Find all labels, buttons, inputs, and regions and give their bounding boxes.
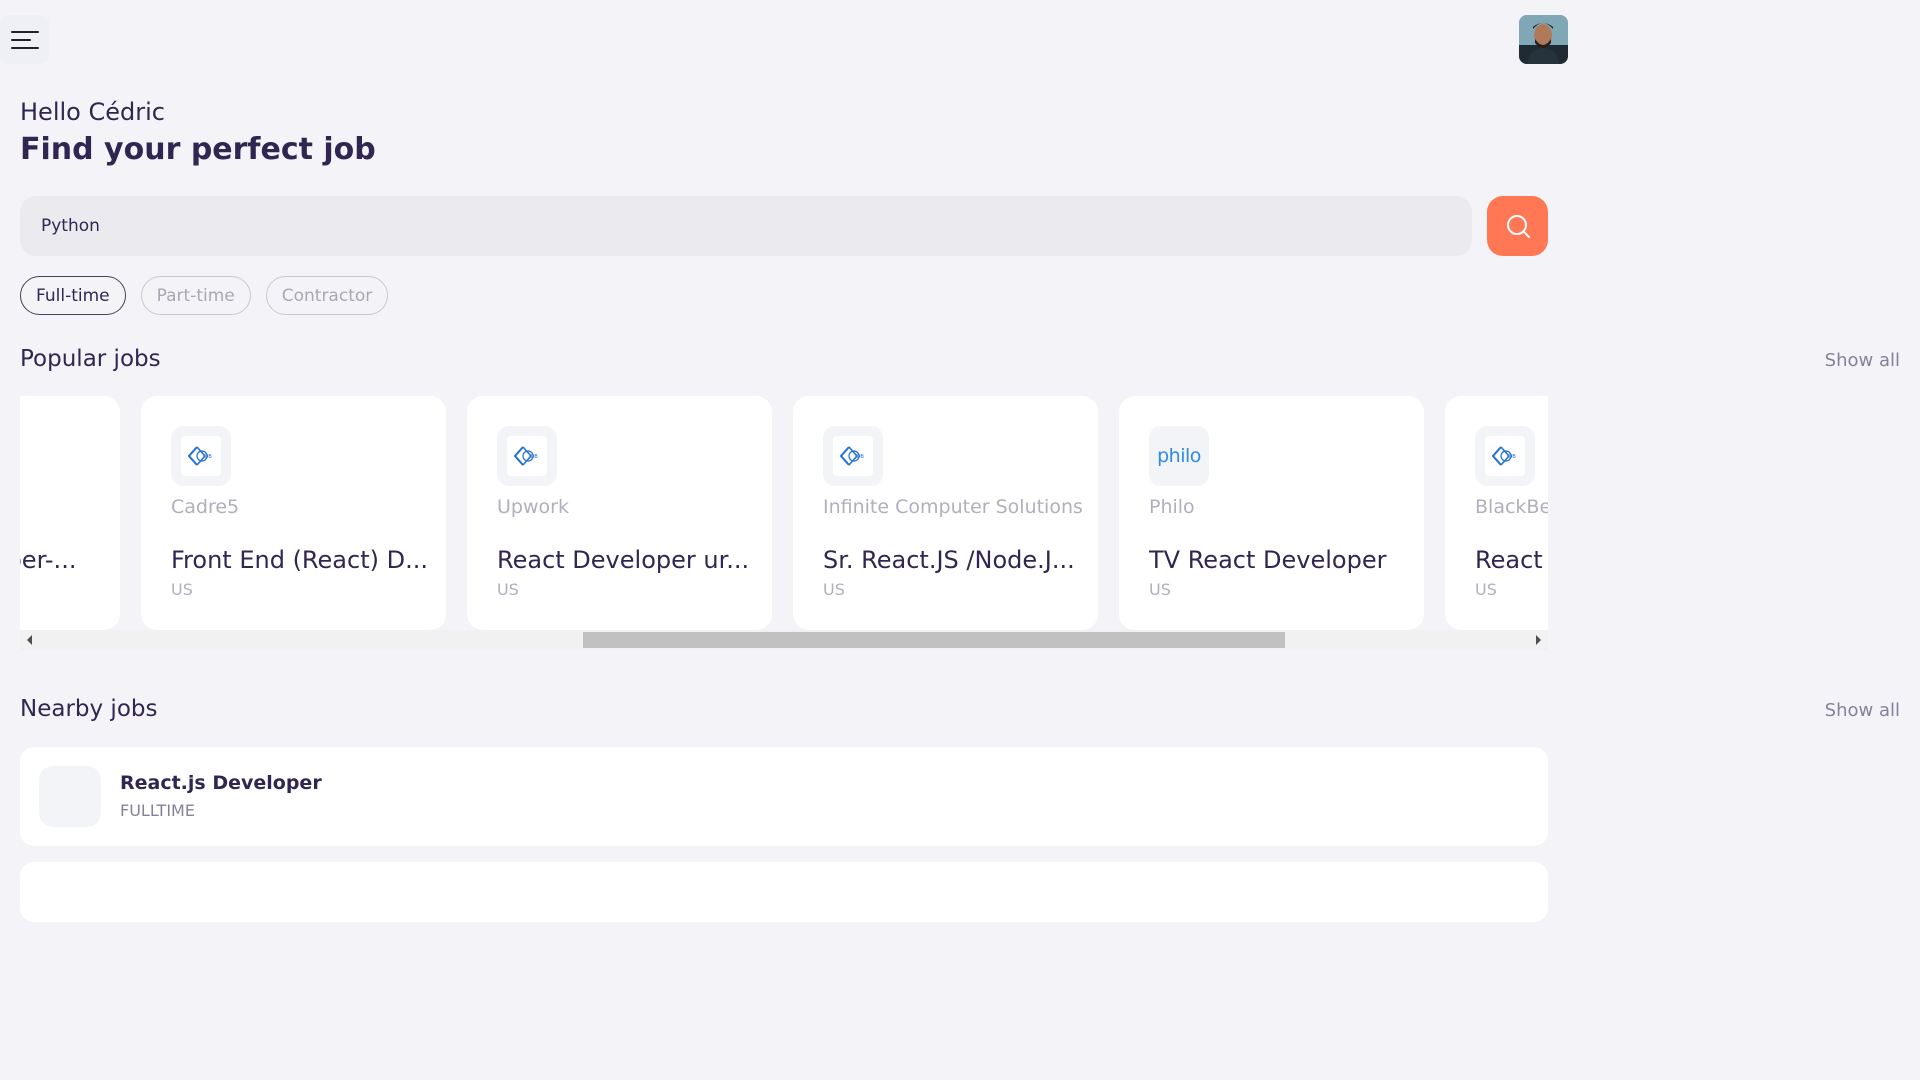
job-country: US [1475, 580, 1497, 599]
filter-chip-part-time[interactable]: Part-time [140, 276, 251, 315]
company-logo: philo [1149, 426, 1209, 486]
company-logo: JOB [497, 426, 557, 486]
job-title: React Developer [1475, 546, 1548, 574]
profile-avatar[interactable] [1519, 15, 1568, 64]
job-type: FULLTIME [120, 801, 195, 820]
company-name: Upwork [497, 496, 569, 518]
popular-job-card[interactable]: philo Philo TV React Developer US [1119, 396, 1424, 630]
job-title: Sr. React.JS /Node.J... [823, 546, 1075, 574]
popular-show-all-link[interactable]: Show all [1825, 350, 1900, 371]
popular-job-card[interactable]: JOB BlackBear React Developer US [1445, 396, 1548, 630]
job-country: US [823, 580, 845, 599]
filter-chip-full-time[interactable]: Full-time [20, 276, 126, 315]
company-name: Philo [1149, 496, 1195, 518]
company-name: Cadre5 [171, 496, 240, 518]
company-name: Infinite Computer Solutions [823, 496, 1083, 518]
company-logo: JOB [1475, 426, 1535, 486]
company-name: BlackBear [1475, 496, 1548, 518]
job-type-filters: Full-time Part-time Contractor [20, 276, 389, 315]
job-logo-icon: JOB [1492, 446, 1516, 466]
svg-text:JOB: JOB [202, 454, 212, 460]
popular-jobs-carousel[interactable]: Developer-... JOB Cadre5 Front End (Reac… [20, 396, 1548, 650]
popular-job-card[interactable]: JOB Infinite Computer Solutions Sr. Reac… [793, 396, 1098, 630]
popular-job-card[interactable]: Developer-... [20, 396, 120, 630]
scroll-right-arrow-icon[interactable] [1528, 630, 1548, 650]
greeting-text: Hello Cédric [20, 98, 165, 126]
job-title: Developer-... [20, 546, 77, 574]
scroll-left-arrow-icon[interactable] [20, 630, 40, 650]
search-icon [1506, 215, 1530, 238]
avatar-image [1519, 15, 1568, 64]
job-logo-icon: JOB [840, 446, 864, 466]
scrollbar-thumb[interactable] [583, 632, 1285, 648]
job-title: React.js Developer [120, 772, 322, 794]
carousel-scrollbar[interactable] [20, 630, 1548, 650]
job-title: Front End (React) D... [171, 546, 428, 574]
popular-jobs-title: Popular jobs [20, 346, 161, 372]
company-logo: JOB [823, 426, 883, 486]
job-title: TV React Developer [1149, 546, 1387, 574]
job-country: US [171, 580, 193, 599]
page-headline: Find your perfect job [20, 132, 376, 167]
top-bar [0, 0, 1568, 64]
search-button[interactable] [1487, 196, 1548, 256]
search-bar [20, 196, 1472, 256]
menu-button[interactable] [0, 15, 49, 64]
company-logo: JOB [171, 426, 231, 486]
svg-text:JOB: JOB [854, 454, 864, 460]
philo-logo: philo [1157, 445, 1201, 467]
nearby-jobs-title: Nearby jobs [20, 696, 158, 722]
hamburger-menu-icon [10, 30, 39, 49]
filter-chip-contractor[interactable]: Contractor [265, 276, 389, 315]
nearby-job-card[interactable]: React.js Developer FULLTIME [20, 747, 1548, 846]
job-logo-icon: JOB [188, 446, 212, 466]
popular-job-card[interactable]: JOB Upwork React Developer ur... US [467, 396, 772, 630]
job-title: React Developer ur... [497, 546, 750, 574]
search-input[interactable] [39, 196, 1472, 256]
job-country: US [497, 580, 519, 599]
svg-text:JOB: JOB [1506, 454, 1516, 460]
popular-job-card[interactable]: JOB Cadre5 Front End (React) D... US [141, 396, 446, 630]
job-logo-icon: JOB [514, 446, 538, 466]
nearby-job-card[interactable] [20, 862, 1548, 922]
svg-text:JOB: JOB [528, 454, 538, 460]
job-country: US [1149, 580, 1171, 599]
company-logo [39, 766, 101, 827]
nearby-show-all-link[interactable]: Show all [1825, 700, 1900, 721]
